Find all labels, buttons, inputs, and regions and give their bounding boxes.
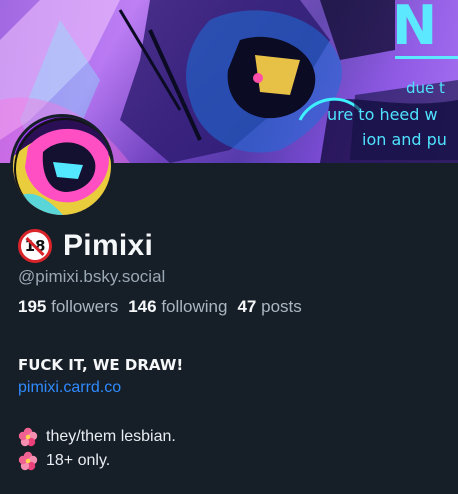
profile-name-row: 18 Pimixi <box>18 226 153 266</box>
bio-line-text: 18+ only. <box>46 452 111 469</box>
banner-text-line-2: ure to heed w <box>327 105 438 124</box>
bio-title: FUCK IT, WE DRAW! <box>18 356 184 374</box>
profile-handle: @pimixi.bsky.social <box>18 267 166 286</box>
followers-label: followers <box>51 297 119 316</box>
hibiscus-flower-icon <box>18 427 38 447</box>
no-under-18-icon: 18 <box>18 229 52 263</box>
posts-count: 47 <box>237 297 257 316</box>
bio-link[interactable]: pimixi.carrd.co <box>18 379 121 397</box>
bio-line: they/them lesbian. <box>18 427 176 447</box>
banner-text-line-1: due t <box>406 79 445 97</box>
banner-text-line-3: ion and pu <box>362 130 447 149</box>
following-count: 146 <box>128 297 157 316</box>
posts-stat: 47 posts <box>237 297 301 317</box>
avatar-artwork <box>13 117 111 215</box>
hibiscus-flower-icon <box>18 451 38 471</box>
following-stat[interactable]: 146 following <box>128 297 227 317</box>
posts-label: posts <box>261 297 302 316</box>
bio-line: 18+ only. <box>18 451 110 471</box>
profile-avatar[interactable] <box>10 114 114 218</box>
followers-count: 195 <box>18 297 47 316</box>
display-name: Pimixi <box>63 229 154 262</box>
bio-line-text: they/them lesbian. <box>46 428 176 445</box>
badge-text: 18 <box>24 237 46 255</box>
profile-stats: 195 followers 146 following 47 posts <box>18 297 302 317</box>
followers-stat[interactable]: 195 followers <box>18 297 118 317</box>
following-label: following <box>161 297 228 316</box>
banner-title-text: N <box>392 0 440 57</box>
